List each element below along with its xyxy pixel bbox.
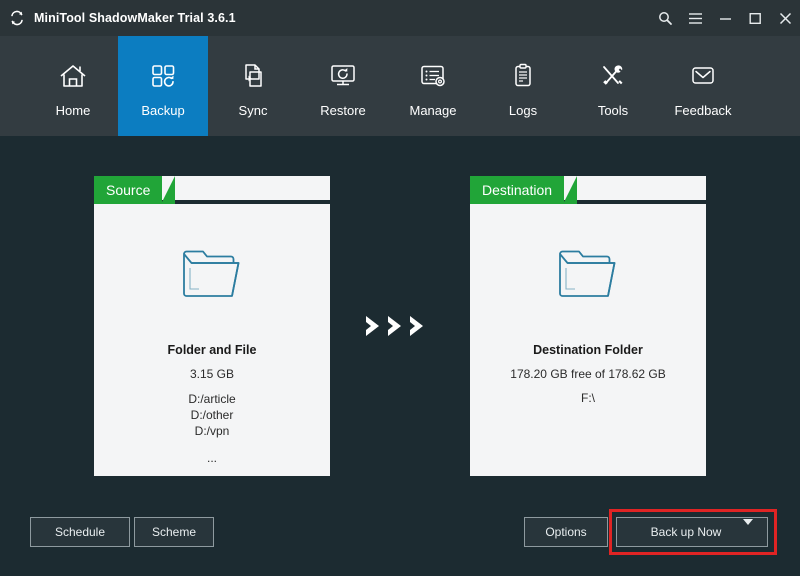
nav-item-logs[interactable]: Logs xyxy=(478,36,568,136)
home-icon xyxy=(58,55,88,97)
source-path-list: D:/article D:/other D:/vpn xyxy=(188,391,235,439)
menu-icon[interactable] xyxy=(680,0,710,36)
tools-wrench-screwdriver-icon xyxy=(598,55,628,97)
nav-item-manage[interactable]: Manage xyxy=(388,36,478,136)
backup-squares-icon xyxy=(148,55,178,97)
minimize-icon[interactable] xyxy=(710,0,740,36)
source-path: D:/other xyxy=(190,408,234,422)
source-path: D:/article xyxy=(188,392,236,406)
title-bar: MiniTool ShadowMaker Trial 3.6.1 xyxy=(0,0,800,36)
app-logo-icon xyxy=(8,9,26,27)
destination-free-space: 178.20 GB free of 178.62 GB xyxy=(510,367,666,381)
nav-label-manage: Manage xyxy=(409,102,457,118)
nav-label-logs: Logs xyxy=(508,102,538,118)
app-window: MiniTool ShadowMaker Trial 3.6.1 Home Ba… xyxy=(0,0,800,576)
source-panel-header: Source xyxy=(94,176,330,204)
destination-tab-label: Destination xyxy=(482,182,553,198)
options-button[interactable]: Options xyxy=(524,517,608,547)
nav-label-restore: Restore xyxy=(320,102,366,118)
source-more-indicator: ... xyxy=(206,451,217,465)
scheme-button-label: Scheme xyxy=(151,525,197,539)
destination-panel[interactable]: Destination Destination Folder 178.20 GB… xyxy=(470,176,706,476)
source-path: D:/vpn xyxy=(194,424,230,438)
source-panel-body[interactable]: Folder and File 3.15 GB D:/article D:/ot… xyxy=(94,204,330,476)
search-icon[interactable] xyxy=(650,0,680,36)
nav-label-home: Home xyxy=(55,102,91,118)
nav-label-sync: Sync xyxy=(238,102,268,118)
chevrons-right-icon xyxy=(362,311,432,341)
nav-item-tools[interactable]: Tools xyxy=(568,36,658,136)
source-title: Folder and File xyxy=(167,343,257,357)
schedule-button-label: Schedule xyxy=(54,525,106,539)
nav-label-backup: Backup xyxy=(141,102,185,118)
window-controls xyxy=(650,0,800,36)
source-panel[interactable]: Source Folder and File 3.15 GB D:/articl… xyxy=(94,176,330,476)
destination-title: Destination Folder xyxy=(533,343,643,357)
nav-label-tools: Tools xyxy=(597,102,629,118)
nav-item-feedback[interactable]: Feedback xyxy=(658,36,748,136)
restore-monitor-icon xyxy=(328,55,358,97)
sync-file-icon xyxy=(238,55,268,97)
scheme-button[interactable]: Scheme xyxy=(134,517,214,547)
destination-drive: F:\ xyxy=(581,391,595,405)
main-navigation: Home Backup Sync Restore Manage Logs Too… xyxy=(0,36,800,136)
nav-label-feedback: Feedback xyxy=(674,102,732,118)
logs-clipboard-icon xyxy=(508,55,538,97)
maximize-icon[interactable] xyxy=(740,0,770,36)
source-size: 3.15 GB xyxy=(189,367,235,381)
folder-icon xyxy=(555,246,621,307)
nav-item-restore[interactable]: Restore xyxy=(298,36,388,136)
nav-item-home[interactable]: Home xyxy=(28,36,118,136)
destination-panel-header: Destination xyxy=(470,176,706,204)
destination-tab: Destination xyxy=(470,176,578,204)
source-tab-label: Source xyxy=(106,182,151,198)
close-icon[interactable] xyxy=(770,0,800,36)
backup-now-highlight xyxy=(609,509,777,555)
folder-icon xyxy=(179,246,245,307)
backup-content-area: Source Folder and File 3.15 GB D:/articl… xyxy=(0,136,800,576)
destination-panel-body[interactable]: Destination Folder 178.20 GB free of 178… xyxy=(470,204,706,476)
manage-list-gear-icon xyxy=(418,55,448,97)
options-button-label: Options xyxy=(545,525,587,539)
window-title: MiniTool ShadowMaker Trial 3.6.1 xyxy=(34,11,236,25)
feedback-envelope-icon xyxy=(688,55,718,97)
nav-item-sync[interactable]: Sync xyxy=(208,36,298,136)
source-tab: Source xyxy=(94,176,176,204)
schedule-button[interactable]: Schedule xyxy=(30,517,130,547)
nav-item-backup[interactable]: Backup xyxy=(118,36,208,136)
